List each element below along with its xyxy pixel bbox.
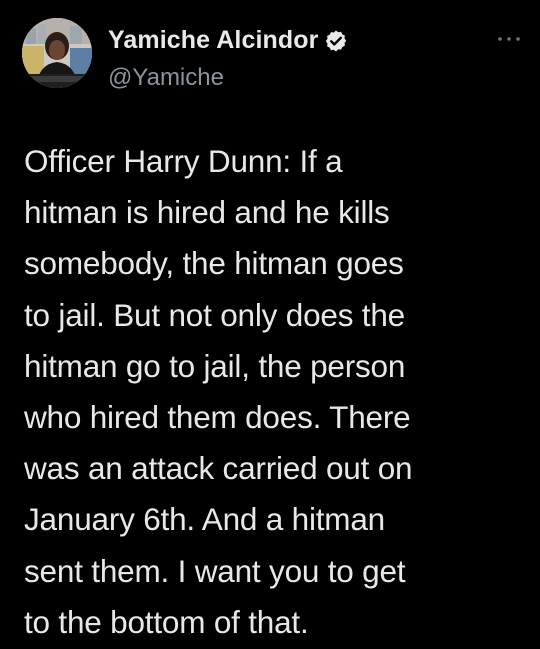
tweet-card: Yamiche Alcindor @Yamiche Officer Harry … xyxy=(0,0,540,649)
profile-photo xyxy=(22,18,92,88)
verified-badge-icon xyxy=(326,30,347,51)
author-avatar[interactable] xyxy=(22,18,92,88)
tweet-text: Officer Harry Dunn: If a hitman is hired… xyxy=(24,143,413,640)
author-display-name[interactable]: Yamiche Alcindor xyxy=(108,26,318,55)
author-handle[interactable]: @Yamiche xyxy=(108,64,224,92)
author-name-row: Yamiche Alcindor xyxy=(108,26,348,55)
more-options-icon[interactable] xyxy=(496,34,522,44)
tweet-header: Yamiche Alcindor @Yamiche xyxy=(22,14,522,94)
